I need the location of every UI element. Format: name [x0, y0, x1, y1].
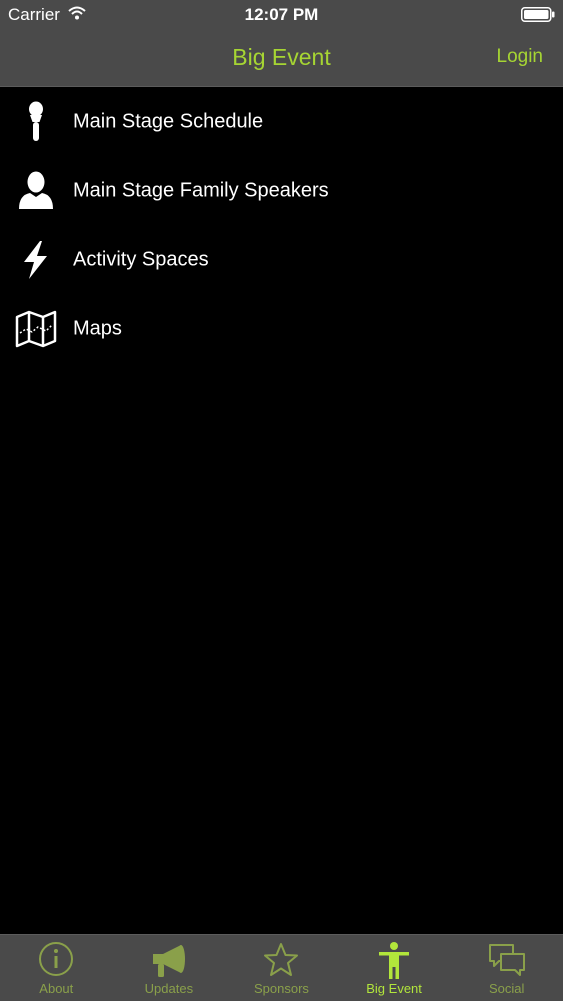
tab-big-event[interactable]: Big Event — [338, 935, 451, 1001]
person-icon — [14, 169, 58, 213]
menu-item-main-stage-family-speakers[interactable]: Main Stage Family Speakers — [0, 156, 563, 225]
info-icon — [39, 942, 74, 976]
menu-item-maps[interactable]: Maps — [0, 294, 563, 363]
tab-label: About — [39, 981, 74, 996]
tab-label: Big Event — [366, 981, 422, 996]
clock: 12:07 PM — [244, 5, 319, 24]
menu-item-label: Main Stage Schedule — [73, 110, 264, 132]
login-button[interactable]: Login — [497, 46, 544, 68]
star-icon — [264, 943, 299, 976]
battery-icon — [521, 7, 555, 22]
tab-label: Social — [488, 981, 525, 996]
menu-list: Main Stage Schedule Main Stage Family Sp… — [0, 87, 563, 363]
tab-about[interactable]: About — [0, 935, 113, 1001]
tab-label: Updates — [144, 981, 194, 996]
lightning-icon — [14, 238, 58, 282]
status-bar: Carrier 12:07 PM — [0, 0, 563, 30]
page-title: Big Event — [232, 44, 331, 70]
menu-item-label: Main Stage Family Speakers — [73, 179, 329, 201]
tab-updates[interactable]: Updates — [113, 935, 226, 1001]
map-icon — [14, 307, 58, 351]
megaphone-icon — [152, 945, 185, 977]
microphone-icon — [14, 100, 58, 144]
tab-bar: About Updates Sponsors Big Event Social — [0, 934, 563, 1001]
tab-social[interactable]: Social — [450, 935, 563, 1001]
menu-item-main-stage-schedule[interactable]: Main Stage Schedule — [0, 87, 563, 156]
tab-sponsors[interactable]: Sponsors — [225, 935, 338, 1001]
tab-label: Sponsors — [254, 981, 309, 996]
menu-item-label: Maps — [73, 317, 122, 339]
chat-bubbles-icon — [488, 944, 525, 976]
menu-item-activity-spaces[interactable]: Activity Spaces — [0, 225, 563, 294]
top-bar: Carrier 12:07 PM Big Event Login — [0, 0, 563, 87]
figure-icon — [379, 942, 410, 979]
menu-item-label: Activity Spaces — [73, 248, 209, 270]
